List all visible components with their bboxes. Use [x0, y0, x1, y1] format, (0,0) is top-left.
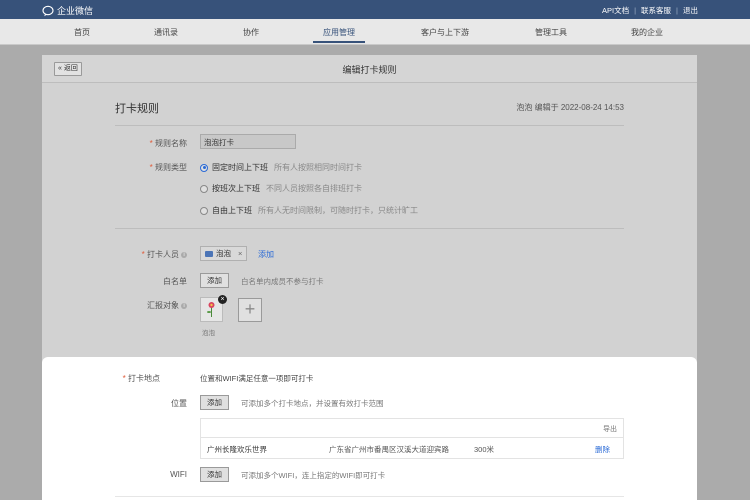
nav-active-indicator	[313, 41, 365, 43]
nav-item-customers[interactable]: 客户与上下游	[421, 27, 469, 38]
member-tag: 泡泡 ×	[200, 246, 248, 261]
rule-name-label-text: 规则名称	[155, 139, 187, 148]
avatar-name: 泡泡	[202, 330, 215, 337]
report-label-text: 汇报对象	[147, 301, 179, 310]
rule-type-option-fixed[interactable]: 固定时间上下班 所有人按照相同时间打卡	[200, 162, 362, 173]
rule-type-option-free[interactable]: 自由上下班 所有人无时间限制，可随时打卡，只统计旷工	[200, 205, 418, 216]
option-label: 按班次上下班	[212, 184, 260, 193]
location-desc: 位置和WIFI满足任意一项即可打卡	[200, 374, 314, 383]
main-nav: 首页 通讯录 协作 应用管理 客户与上下游 管理工具 我的企业	[0, 19, 750, 45]
rule-name-label: * 规则名称	[107, 138, 187, 149]
option-label: 固定时间上下班	[212, 163, 268, 172]
radio-unselected[interactable]	[200, 184, 208, 193]
add-report-button[interactable]: +	[238, 298, 262, 322]
api-docs-link[interactable]: API文档	[602, 5, 629, 16]
wifi-add-button[interactable]: 添加	[200, 467, 229, 482]
nav-item-home[interactable]: 首页	[74, 27, 90, 38]
panel-header: « 返回 编辑打卡规则	[42, 55, 697, 83]
position-add-button[interactable]: 添加	[200, 395, 229, 410]
add-member-link[interactable]: 添加	[258, 249, 274, 260]
folder-icon	[205, 250, 213, 257]
edit-meta: 泡泡 编辑于 2022-08-24 14:53	[516, 103, 624, 112]
rule-name-input[interactable]: 泡泡打卡	[200, 134, 296, 149]
whitelist-hint: 白名单内成员不参与打卡	[241, 277, 324, 286]
whitelist-add-button[interactable]: 添加	[200, 273, 229, 288]
export-link[interactable]: 导出	[603, 424, 617, 434]
location-label-text: 打卡地点	[128, 374, 160, 383]
table-header: 导出	[201, 419, 623, 438]
member-tag-label: 泡泡	[216, 249, 231, 258]
wifi-hint: 可添加多个WIFI，连上指定的WIFI即可打卡	[241, 471, 386, 480]
panel-title: 编辑打卡规则	[342, 65, 397, 75]
delete-location-link[interactable]: 删除	[595, 444, 610, 455]
location-address: 广东省广州市番禺区汉溪大道迎宾路	[329, 445, 449, 454]
separator: |	[676, 6, 678, 15]
rule-type-label: * 规则类型	[107, 162, 187, 173]
divider	[115, 228, 624, 229]
divider	[115, 496, 624, 497]
radio-unselected[interactable]	[200, 206, 208, 215]
app-logo[interactable]: 企业微信	[42, 4, 93, 17]
nav-item-my-company[interactable]: 我的企业	[631, 27, 663, 38]
nav-item-tools[interactable]: 管理工具	[535, 27, 567, 38]
info-icon[interactable]: i	[181, 252, 187, 258]
logout-link[interactable]: 退出	[683, 5, 698, 16]
position-hint: 可添加多个打卡地点，并设置有效打卡范围	[241, 399, 384, 408]
edit-rule-panel: « 返回 编辑打卡规则 打卡规则 泡泡 编辑于 2022-08-24 14:53…	[42, 55, 697, 500]
whitelist-label: 白名单	[163, 277, 187, 286]
remove-member-icon[interactable]: ×	[238, 246, 242, 261]
option-desc: 不同人员按照各自排班打卡	[266, 184, 362, 193]
location-section: * 打卡地点 位置和WIFI满足任意一项即可打卡 位置 添加 可添加多个打卡地点…	[42, 357, 697, 500]
rule-type-label-text: 规则类型	[155, 163, 187, 172]
report-label: 汇报对象 i	[107, 300, 187, 311]
app-name: 企业微信	[57, 6, 94, 16]
position-label: 位置	[171, 399, 187, 408]
nav-item-collaboration[interactable]: 协作	[243, 27, 259, 38]
wifi-label: WIFI	[170, 470, 187, 479]
location-label: * 打卡地点	[80, 373, 160, 384]
separator: |	[634, 6, 637, 15]
table-row: 广州长隆欢乐世界 广东省广州市番禺区汉溪大道迎宾路 300米 删除	[201, 438, 623, 459]
members-label-text: 打卡人员	[147, 250, 179, 259]
wecom-logo-icon	[42, 5, 54, 16]
location-range: 300米	[474, 445, 495, 454]
option-desc: 所有人按照相同时间打卡	[274, 163, 362, 172]
rule-type-option-shift[interactable]: 按班次上下班 不同人员按照各自排班打卡	[200, 183, 362, 194]
top-links: API文档 | 联系客服 | 退出	[602, 5, 698, 16]
location-table: 导出 广州长隆欢乐世界 广东省广州市番禺区汉溪大道迎宾路 300米 删除	[200, 418, 624, 459]
top-bar: 企业微信 API文档 | 联系客服 | 退出	[0, 0, 750, 19]
option-label: 自由上下班	[212, 206, 252, 215]
members-label: * 打卡人员 i	[107, 249, 187, 260]
option-desc: 所有人无时间限制，可随时打卡，只统计旷工	[258, 206, 418, 215]
radio-selected[interactable]	[200, 163, 208, 172]
divider	[115, 125, 624, 126]
nav-item-app-management[interactable]: 应用管理	[323, 27, 355, 38]
nav-item-contacts[interactable]: 通讯录	[154, 27, 178, 38]
contact-support-link[interactable]: 联系客服	[641, 5, 671, 16]
location-name: 广州长隆欢乐世界	[207, 445, 267, 454]
section-title: 打卡规则	[115, 103, 159, 115]
info-icon[interactable]: i	[181, 303, 187, 309]
remove-report-icon[interactable]: ×	[218, 295, 227, 304]
